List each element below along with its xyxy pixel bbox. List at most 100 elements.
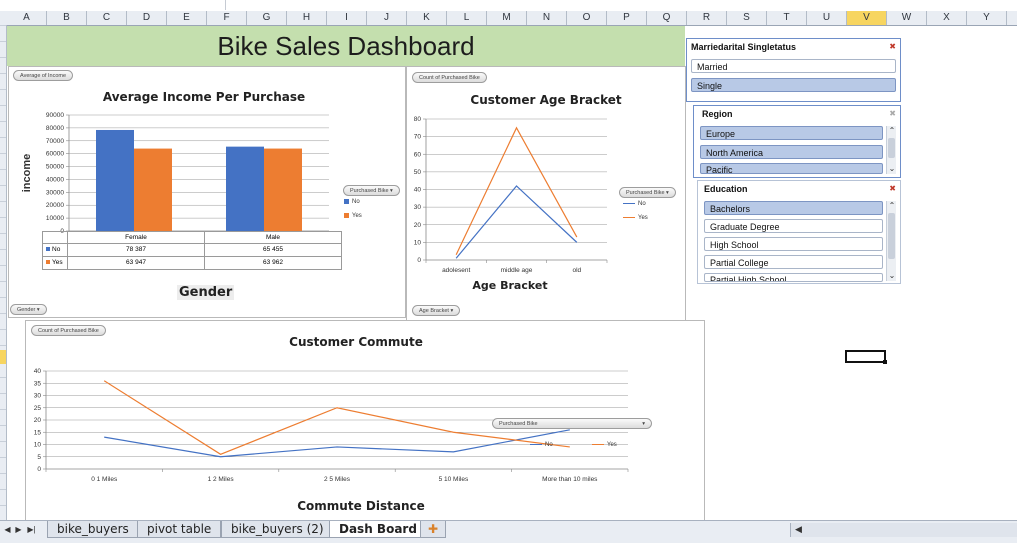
- insert-sheet-icon[interactable]: ✚: [420, 521, 447, 538]
- column-header-u[interactable]: U: [807, 11, 847, 25]
- slicer-item-partial-college[interactable]: Partial College: [704, 255, 883, 269]
- income-chart[interactable]: Average of Income Average Income Per Pur…: [8, 66, 406, 318]
- column-header-p[interactable]: P: [607, 11, 647, 25]
- row-divider: [0, 489, 6, 490]
- column-header-b[interactable]: B: [47, 11, 87, 25]
- scroll-thumb[interactable]: [888, 213, 895, 259]
- slicer-item-north-america[interactable]: North America: [700, 145, 883, 159]
- commute-legend-field-button[interactable]: Purchased Bike ▾: [492, 418, 652, 429]
- column-header-j[interactable]: J: [367, 11, 407, 25]
- sheet-tab-pivot-table[interactable]: pivot table: [137, 521, 222, 538]
- y-tick-label: 60: [414, 151, 422, 158]
- slicer-item-single[interactable]: Single: [691, 78, 896, 92]
- income-legend-field-button[interactable]: Purchased Bike ▾: [343, 185, 400, 196]
- column-header-h[interactable]: H: [287, 11, 327, 25]
- scroll-down-icon[interactable]: ⌄: [887, 164, 897, 174]
- horizontal-scrollbar[interactable]: ◀: [790, 523, 1017, 537]
- sheet-tab-bike-buyers[interactable]: bike_buyers: [47, 521, 139, 538]
- scroll-down-icon[interactable]: ⌄: [887, 271, 897, 281]
- column-header-r[interactable]: R: [687, 11, 727, 25]
- slicer-item-partial-high-school[interactable]: Partial High School: [704, 273, 883, 282]
- row-divider: [0, 201, 6, 202]
- column-header-s[interactable]: S: [727, 11, 767, 25]
- clear-filter-icon[interactable]: ✖: [889, 42, 896, 51]
- y-tick-label: 50: [414, 169, 422, 176]
- commute-x-tick-label: 5 10 Miles: [439, 476, 469, 483]
- active-row-header[interactable]: [0, 350, 6, 364]
- column-header-d[interactable]: D: [127, 11, 167, 25]
- slicer-item-pacific[interactable]: Pacific: [700, 163, 883, 174]
- formula-input[interactable]: [225, 0, 1017, 10]
- column-header-y[interactable]: Y: [967, 11, 1007, 25]
- clear-filter-icon[interactable]: ✖: [889, 184, 896, 193]
- slicer-item-bachelors[interactable]: Bachelors: [704, 201, 883, 215]
- clear-filter-icon[interactable]: ✖: [889, 109, 896, 118]
- slicer-item-married[interactable]: Married: [691, 59, 896, 73]
- commute-legend-yes: Yes: [592, 442, 617, 448]
- age-legend-field-button[interactable]: Purchased Bike ▾: [619, 187, 676, 198]
- column-header-o[interactable]: O: [567, 11, 607, 25]
- region-slicer[interactable]: Region ✖ Europe North America Pacific ⌃ …: [693, 105, 901, 178]
- row-header-gutter[interactable]: [0, 25, 7, 520]
- column-header-c[interactable]: C: [87, 11, 127, 25]
- y-tick-label: 60000: [46, 151, 64, 158]
- education-slicer[interactable]: Education ✖ Bachelors Graduate Degree Hi…: [697, 180, 901, 284]
- last-sheet-icon[interactable]: ▶|: [27, 524, 36, 536]
- column-header-x[interactable]: X: [927, 11, 967, 25]
- slicer-item-graduate-degree[interactable]: Graduate Degree: [704, 219, 883, 233]
- sheet-tab-bike-buyers-2[interactable]: bike_buyers (2): [221, 521, 334, 538]
- row-divider: [0, 313, 6, 314]
- slicer-item-europe[interactable]: Europe: [700, 126, 883, 140]
- prev-sheet-icon[interactable]: ◀: [3, 524, 12, 536]
- y-tick-label: 30: [34, 393, 42, 400]
- column-header-w[interactable]: W: [887, 11, 927, 25]
- column-header-k[interactable]: K: [407, 11, 447, 25]
- column-header-i[interactable]: I: [327, 11, 367, 25]
- row-label-yes: Yes: [52, 259, 63, 266]
- scroll-up-icon[interactable]: ⌃: [887, 126, 897, 136]
- column-header-n[interactable]: N: [527, 11, 567, 25]
- education-scrollbar[interactable]: ⌃ ⌄: [886, 201, 896, 281]
- scroll-thumb[interactable]: [888, 138, 895, 158]
- fill-handle[interactable]: [883, 360, 887, 364]
- column-header-g[interactable]: G: [247, 11, 287, 25]
- row-divider: [0, 473, 6, 474]
- age-legend-no: No: [623, 201, 646, 207]
- column-header-l[interactable]: L: [447, 11, 487, 25]
- scroll-left-icon[interactable]: ◀: [795, 524, 802, 535]
- column-header-q[interactable]: Q: [647, 11, 687, 25]
- y-tick-label: 80: [414, 116, 422, 123]
- y-tick-label: 25: [34, 405, 42, 412]
- gender-axis-field-button[interactable]: Gender ▾: [10, 304, 47, 315]
- scroll-up-icon[interactable]: ⌃: [887, 201, 897, 211]
- age-x-tick-label: old: [572, 267, 581, 274]
- income-x-axis-title: Gender: [177, 285, 235, 300]
- sheet-tab-dash-board[interactable]: Dash Board: [329, 521, 427, 538]
- commute-chart[interactable]: Count of Purchased Bike Customer Commute…: [25, 320, 705, 525]
- region-scrollbar[interactable]: ⌃ ⌄: [886, 126, 896, 174]
- column-header-e[interactable]: E: [167, 11, 207, 25]
- row-divider: [0, 281, 6, 282]
- row-divider: [0, 441, 6, 442]
- column-header-f[interactable]: F: [207, 11, 247, 25]
- column-header-t[interactable]: T: [767, 11, 807, 25]
- table-cell: 78 387: [68, 244, 205, 256]
- column-header-m[interactable]: M: [487, 11, 527, 25]
- row-divider: [0, 105, 6, 106]
- active-cell-cursor[interactable]: [845, 350, 887, 364]
- table-row: No 78 387 65 455: [42, 243, 342, 256]
- row-divider: [0, 73, 6, 74]
- income-legend-yes: Yes: [344, 213, 362, 219]
- row-divider: [0, 457, 6, 458]
- age-axis-field-button[interactable]: Age Bracket ▾: [412, 305, 461, 316]
- slicer-item-high-school[interactable]: High School: [704, 237, 883, 251]
- dashboard-title: Bike Sales Dashboard: [217, 31, 475, 61]
- marital-status-slicer[interactable]: Marriedarital Singletatus ✖ Married Sing…: [686, 38, 901, 102]
- yes-swatch-icon: [46, 260, 50, 265]
- y-tick-label: 30000: [46, 189, 64, 196]
- age-chart[interactable]: Count of Purchased Bike Customer Age Bra…: [406, 66, 686, 321]
- row-divider: [0, 217, 6, 218]
- column-header-a[interactable]: A: [7, 11, 47, 25]
- column-header-v[interactable]: V: [847, 11, 887, 25]
- next-sheet-icon[interactable]: ▶: [14, 524, 23, 536]
